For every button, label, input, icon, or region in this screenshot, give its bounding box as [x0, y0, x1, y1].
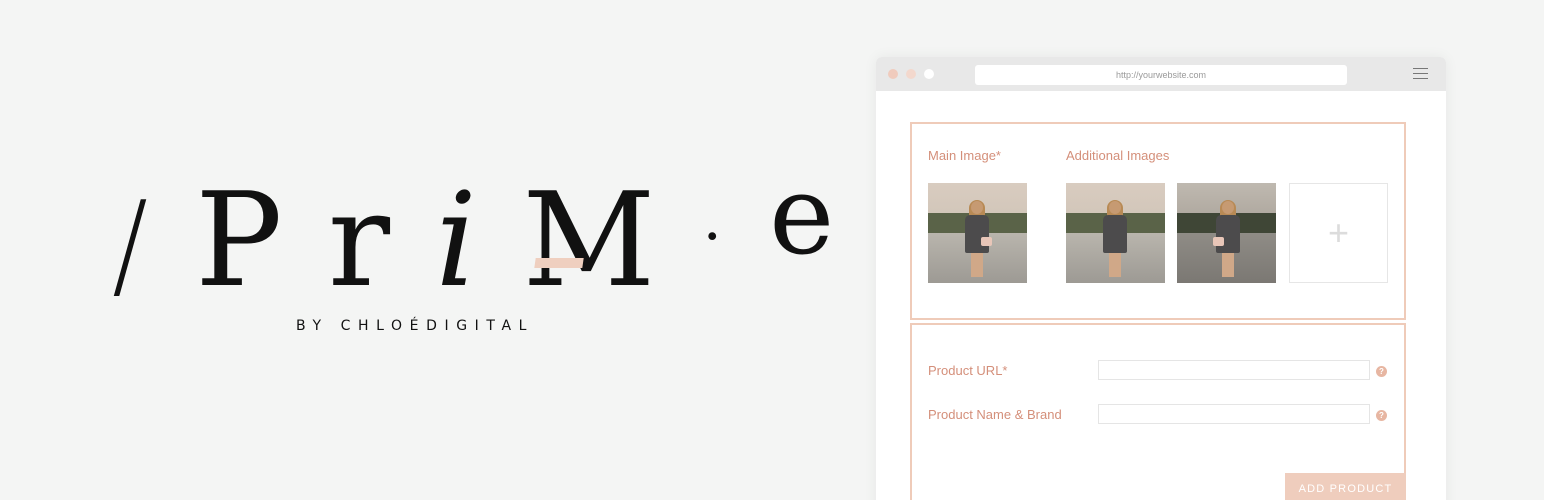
browser-mockup: http://yourwebsite.com Main Image* Addit…	[876, 57, 1446, 500]
additional-images-label: Additional Images	[1066, 148, 1170, 163]
plus-icon: +	[1327, 212, 1350, 253]
main-image-label: Main Image*	[928, 148, 1001, 163]
additional-image-thumbnail[interactable]	[1177, 183, 1276, 283]
browser-toolbar: http://yourwebsite.com	[876, 57, 1446, 91]
additional-image-thumbnail[interactable]	[1066, 183, 1165, 283]
product-name-input[interactable]	[1098, 404, 1370, 424]
main-image-thumbnail[interactable]	[928, 183, 1027, 283]
product-url-input[interactable]	[1098, 360, 1370, 380]
logo-letter-i: i	[435, 164, 479, 316]
window-close-icon[interactable]	[888, 69, 898, 79]
logo-wordmark: / P r i M · e R /	[110, 150, 1061, 309]
add-image-button[interactable]: +	[1289, 183, 1388, 283]
logo-letter-e: e	[769, 151, 837, 279]
primer-logo: / P r i M · e R /	[110, 150, 1061, 309]
logo-letter-p: P	[195, 164, 285, 316]
logo-letter-m: M	[522, 164, 658, 316]
address-bar[interactable]: http://yourwebsite.com	[975, 65, 1347, 85]
product-url-label: Product URL*	[928, 363, 1008, 378]
images-panel: Main Image* Additional Images +	[910, 122, 1406, 320]
add-product-button[interactable]: ADD PRODUCT	[1285, 473, 1406, 500]
logo-letter-r: r	[327, 164, 393, 316]
logo-slash-left: /	[112, 175, 150, 313]
logo-dot: ·	[702, 202, 724, 272]
window-maximize-icon[interactable]	[924, 69, 934, 79]
product-details-panel: Product URL* ? Product Name & Brand ? AD…	[910, 323, 1406, 500]
help-icon[interactable]: ?	[1376, 366, 1387, 377]
tagline: BY CHLOÉDIGITAL	[296, 318, 535, 334]
help-icon[interactable]: ?	[1376, 410, 1387, 421]
logo-accent-swatch	[534, 258, 584, 268]
hamburger-menu-icon[interactable]	[1413, 68, 1428, 80]
product-name-label: Product Name & Brand	[928, 407, 1062, 422]
window-minimize-icon[interactable]	[906, 69, 916, 79]
